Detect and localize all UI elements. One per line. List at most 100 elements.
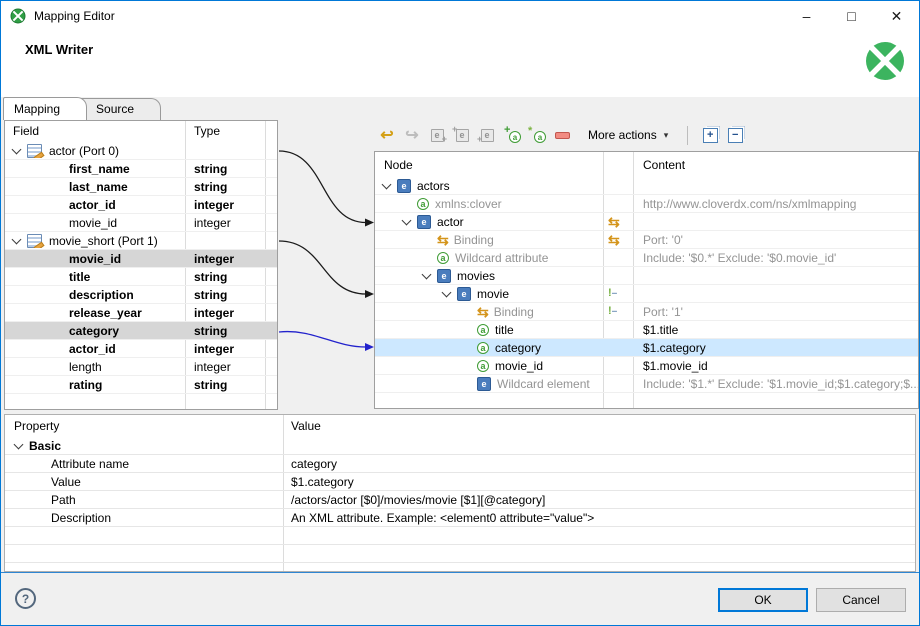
node-cell: axmlns:clover <box>375 197 603 211</box>
node-content: $1.movie_id <box>633 359 918 373</box>
field-cell: rating <box>5 378 185 392</box>
field-row-movie-id[interactable]: movie_idinteger <box>5 214 277 232</box>
element-icon: e <box>457 287 471 301</box>
mapping-editor-window: Mapping Editor – □ ✕ XML Writer Mapping … <box>0 0 920 626</box>
node-label: category <box>495 341 541 355</box>
field-record-row-movie-short-port-1[interactable]: movie_short (Port 1) <box>5 232 277 250</box>
help-button[interactable]: ? <box>15 588 36 609</box>
node-row-movies[interactable]: emovies <box>375 267 918 285</box>
remove-icon[interactable] <box>552 125 572 145</box>
property-row-value[interactable]: Value$1.category <box>5 473 915 491</box>
column-header-field: Field <box>13 124 39 138</box>
mapping-toolbar: ↩↪e+e+e++a*aMore actions▾+− <box>377 121 745 149</box>
property-empty-row <box>5 527 915 545</box>
field-row-length[interactable]: lengthinteger <box>5 358 277 376</box>
add-child-element-icon: e+ <box>427 125 447 145</box>
field-cell: category <box>5 324 185 338</box>
field-cell: actor (Port 0) <box>5 144 185 158</box>
expand-chevron-icon[interactable] <box>12 144 22 154</box>
add-wildcard-attribute-icon[interactable]: *a <box>527 125 547 145</box>
node-row-movie-id[interactable]: amovie_id $1.movie_id <box>375 357 918 375</box>
expand-chevron-icon[interactable] <box>14 439 24 449</box>
field-row-movie-id[interactable]: movie_idinteger <box>5 250 277 268</box>
node-cell: atitle <box>375 323 603 337</box>
field-row-category[interactable]: categorystring <box>5 322 277 340</box>
expand-chevron-icon[interactable] <box>402 215 412 225</box>
node-row-binding[interactable]: ⇆Binding!--Port: '1' <box>375 303 918 321</box>
expand-chevron-icon[interactable] <box>12 234 22 244</box>
field-row-actor-id[interactable]: actor_id integer <box>5 196 277 214</box>
clover-app-icon <box>10 8 26 24</box>
attribute-icon: a <box>477 324 489 336</box>
node-content: $1.category <box>633 341 918 355</box>
partition-indicator-icon: !-- <box>608 306 616 317</box>
node-row-wildcard-element[interactable]: eWildcard elementInclude: '$1.*' Exclude… <box>375 375 918 393</box>
field-type: string <box>185 324 265 338</box>
ok-button[interactable]: OK <box>718 588 808 612</box>
collapse-all-icon[interactable]: − <box>725 125 745 145</box>
record-icon <box>27 144 42 158</box>
field-row-release-year[interactable]: release_yearinteger <box>5 304 277 322</box>
field-row-last-name[interactable]: last_namestring <box>5 178 277 196</box>
field-table: Field Type actor (Port 0)first_namestrin… <box>4 120 278 410</box>
field-row-title[interactable]: titlestring <box>5 268 277 286</box>
add-attribute-icon[interactable]: +a <box>502 125 522 145</box>
property-name: Path <box>5 493 283 507</box>
node-cell: amovie_id <box>375 359 603 373</box>
field-label: actor_id <box>69 198 116 212</box>
cancel-button[interactable]: Cancel <box>816 588 906 612</box>
close-button[interactable]: ✕ <box>874 1 919 31</box>
field-label: first_name <box>69 162 130 176</box>
more-actions-button[interactable]: More actions▾ <box>581 125 675 145</box>
expand-chevron-icon[interactable] <box>382 179 392 189</box>
field-cell: actor_id <box>5 342 185 356</box>
node-row-actors[interactable]: eactors <box>375 177 918 195</box>
field-cell: first_name <box>5 162 185 176</box>
field-row-actor-id[interactable]: actor_idinteger <box>5 340 277 358</box>
field-cell: movie_id <box>5 252 185 266</box>
field-record-row-actor-port-0[interactable]: actor (Port 0) <box>5 142 277 160</box>
field-row-rating[interactable]: ratingstring <box>5 376 277 394</box>
binding-icon: ⇆ <box>437 233 449 247</box>
field-row-description[interactable]: descriptionstring <box>5 286 277 304</box>
undo-icon[interactable]: ↩ <box>377 125 397 145</box>
attribute-icon: a <box>417 198 429 210</box>
node-content: Port: '0' <box>633 233 918 247</box>
property-row-description[interactable]: DescriptionAn XML attribute. Example: <e… <box>5 509 915 527</box>
field-label: movie_short (Port 1) <box>49 234 158 248</box>
node-row-xmlns-clover[interactable]: axmlns:cloverhttp://www.cloverdx.com/ns/… <box>375 195 918 213</box>
toolbar-separator <box>687 126 688 145</box>
field-row-first-name[interactable]: first_namestring <box>5 160 277 178</box>
node-content: Include: '$0.*' Exclude: '$0.movie_id' <box>633 251 918 265</box>
node-content: $1.title <box>633 323 918 337</box>
binding-indicator-cell: !-- <box>603 288 633 299</box>
node-row-title[interactable]: atitle $1.title <box>375 321 918 339</box>
node-content: Port: '1' <box>633 305 918 319</box>
property-row-attribute-name[interactable]: Attribute namecategory <box>5 455 915 473</box>
property-value: An XML attribute. Example: <element0 att… <box>283 511 915 525</box>
expand-chevron-icon[interactable] <box>442 287 452 297</box>
node-row-category[interactable]: acategory$1.category <box>375 339 918 357</box>
column-header-type: Type <box>194 124 220 138</box>
maximize-button[interactable]: □ <box>829 1 874 31</box>
tab-mapping[interactable]: Mapping <box>3 97 87 120</box>
redo-icon: ↪ <box>402 125 422 145</box>
property-group-basic[interactable]: Basic <box>5 437 915 455</box>
minimize-button[interactable]: – <box>784 1 829 31</box>
node-cell: aWildcard attribute <box>375 251 603 265</box>
node-row-actor[interactable]: eactor⇆ <box>375 213 918 231</box>
node-cell: eactor <box>375 215 603 229</box>
binding-icon: ⇆ <box>608 233 620 247</box>
node-row-wildcard-attribute[interactable]: aWildcard attribute Include: '$0.*' Exclu… <box>375 249 918 267</box>
expand-chevron-icon[interactable] <box>422 269 432 279</box>
attribute-icon: a <box>437 252 449 264</box>
field-type: integer <box>185 198 265 212</box>
node-row-movie[interactable]: emovie!-- <box>375 285 918 303</box>
page-title: XML Writer <box>25 42 93 57</box>
property-empty-row <box>5 545 915 563</box>
property-row-path[interactable]: Path/actors/actor [$0]/movies/movie [$1]… <box>5 491 915 509</box>
node-content: Include: '$1.*' Exclude: '$1.movie_id;$1… <box>633 377 918 391</box>
node-row-binding[interactable]: ⇆Binding⇆Port: '0' <box>375 231 918 249</box>
tab-source[interactable]: Source <box>77 98 161 120</box>
expand-all-icon[interactable]: + <box>700 125 720 145</box>
